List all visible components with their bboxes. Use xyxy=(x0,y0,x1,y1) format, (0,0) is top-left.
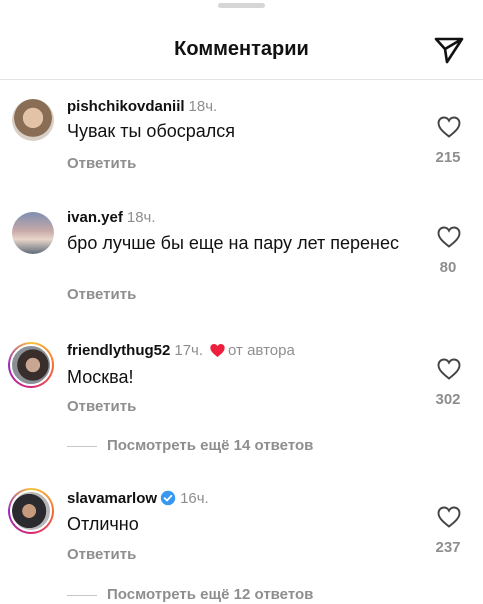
comment-item: slavamarlow 16ч. Отлично Ответить 237 По… xyxy=(0,488,483,604)
author-like-label: от автора xyxy=(228,342,295,359)
paper-plane-icon[interactable] xyxy=(433,35,465,65)
view-replies-label: Посмотреть ещё 14 ответов xyxy=(107,437,314,454)
comment-item: friendlythug52 17ч. от автора Москва! Отв… xyxy=(0,342,483,462)
avatar[interactable] xyxy=(12,212,54,254)
like-count: 215 xyxy=(435,149,461,166)
comment-time: 17ч. xyxy=(174,342,204,359)
reply-button[interactable]: Ответить xyxy=(67,546,136,563)
reply-button[interactable]: Ответить xyxy=(67,286,136,303)
comment-username[interactable]: pishchikovdaniil xyxy=(67,98,185,115)
comment-time: 18ч. xyxy=(126,209,156,226)
divider xyxy=(67,445,97,447)
comment-text: бро лучше бы еще на пару лет перенес xyxy=(67,233,399,253)
view-replies-label: Посмотреть ещё 12 ответов xyxy=(107,586,314,603)
comment-item: pishchikovdaniil 18ч. Чувак ты обосрался … xyxy=(0,96,483,176)
heart-outline-icon[interactable] xyxy=(437,116,461,138)
comment-time: 16ч. xyxy=(180,490,209,507)
reply-button[interactable]: Ответить xyxy=(67,155,136,172)
comment-text: Москва! xyxy=(67,367,134,387)
comment-text: Отлично xyxy=(67,514,139,534)
view-replies-button[interactable]: Посмотреть ещё 14 ответов xyxy=(67,437,313,454)
view-replies-button[interactable]: Посмотреть ещё 12 ответов xyxy=(67,586,313,603)
avatar[interactable] xyxy=(12,99,54,141)
page-title: Комментарии xyxy=(174,38,309,60)
avatar[interactable] xyxy=(8,342,54,388)
comment-username[interactable]: slavamarlow xyxy=(67,490,157,507)
reply-button[interactable]: Ответить xyxy=(67,398,136,415)
comment-item: ivan.yef 18ч. бро лучше бы еще на пару ле… xyxy=(0,209,483,309)
header: Комментарии xyxy=(0,0,483,80)
heart-outline-icon[interactable] xyxy=(437,226,461,248)
like-count: 302 xyxy=(435,391,461,408)
comment-text: Чувак ты обосрался xyxy=(67,121,236,141)
verified-badge-icon xyxy=(160,490,176,506)
avatar[interactable] xyxy=(8,488,54,534)
comment-time: 18ч. xyxy=(188,98,218,115)
like-count: 80 xyxy=(439,259,457,276)
comment-username[interactable]: ivan.yef xyxy=(67,209,123,226)
heart-filled-icon xyxy=(210,344,225,357)
comment-username[interactable]: friendlythug52 xyxy=(67,342,170,359)
heart-outline-icon[interactable] xyxy=(437,358,461,380)
heart-outline-icon[interactable] xyxy=(437,506,461,528)
like-count: 237 xyxy=(435,539,461,556)
divider xyxy=(67,594,97,596)
